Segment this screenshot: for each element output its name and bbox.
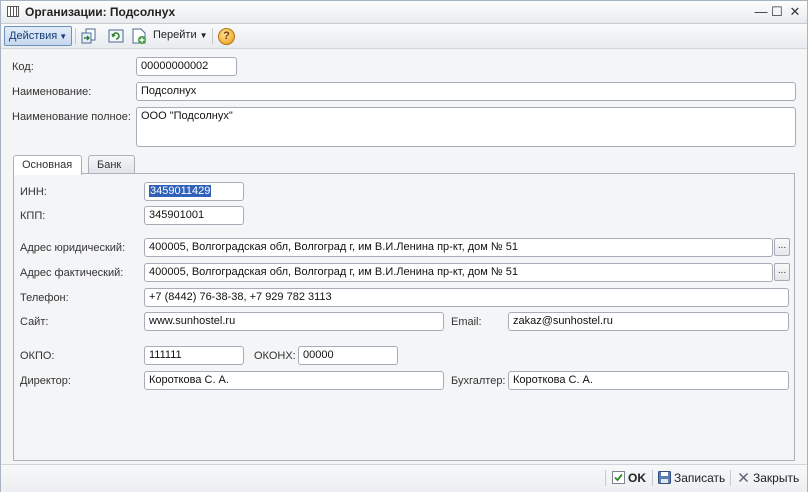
inn-field[interactable]: 3459011429	[144, 182, 244, 201]
email-label: Email:	[451, 316, 482, 328]
ok-label: OK	[628, 471, 646, 485]
command-divider	[730, 470, 731, 486]
full-name-field[interactable]: ООО "Подсолнух"	[136, 107, 796, 147]
table-icon	[7, 6, 19, 17]
dropdown-arrow-icon: ▼	[59, 32, 68, 41]
site-field[interactable]: www.sunhostel.ru	[144, 312, 444, 331]
tab-bank[interactable]: Банк	[88, 155, 135, 174]
save-button[interactable]: Записать	[658, 471, 725, 485]
okpo-label: ОКПО:	[20, 350, 55, 362]
command-divider	[652, 470, 653, 486]
tab-main[interactable]: Основная	[13, 155, 82, 175]
window-title: Организации: Подсолнух	[25, 5, 176, 19]
phone-field[interactable]: +7 (8442) 76-38-38, +7 929 782 3113	[144, 288, 789, 307]
help-icon[interactable]: ?	[218, 28, 235, 45]
inn-label: ИНН:	[20, 186, 47, 198]
minimize-button[interactable]: —	[753, 4, 769, 20]
actions-menu-button[interactable]: Действия ▼	[4, 26, 73, 46]
legal-address-label: Адрес юридический:	[20, 242, 126, 254]
toolbar-divider	[75, 28, 76, 44]
code-label: Код:	[12, 61, 34, 73]
command-divider	[605, 470, 606, 486]
kpp-label: КПП:	[20, 210, 46, 222]
add-document-icon[interactable]	[130, 27, 148, 45]
actual-address-select-button[interactable]: ...	[774, 263, 790, 281]
maximize-button[interactable]: ☐	[769, 4, 785, 20]
close-x-icon	[738, 472, 749, 483]
okonh-label: ОКОНХ:	[254, 350, 296, 362]
name-label: Наименование:	[12, 86, 92, 98]
okpo-field[interactable]: 111111	[144, 346, 244, 365]
phone-label: Телефон:	[20, 292, 69, 304]
checkmark-icon	[612, 471, 625, 484]
save-disk-icon	[658, 471, 671, 484]
refresh-icon[interactable]	[107, 27, 125, 45]
legal-address-field[interactable]: 400005, Волгоградская обл, Волгоград г, …	[144, 238, 773, 257]
legal-address-select-button[interactable]: ...	[774, 238, 790, 256]
goto-menu-button[interactable]: Перейти ▼	[153, 29, 208, 41]
organization-window: Организации: Подсолнух — ☐ ✕ Действия ▼ П…	[0, 0, 808, 492]
director-field[interactable]: Короткова С. А.	[144, 371, 444, 390]
close-window-button[interactable]: ✕	[787, 4, 803, 20]
actual-address-field[interactable]: 400005, Волгоградская обл, Волгоград г, …	[144, 263, 773, 282]
copy-record-icon[interactable]	[80, 27, 98, 45]
actions-label: Действия	[9, 30, 58, 42]
name-field[interactable]: Подсолнух	[136, 82, 796, 101]
director-label: Директор:	[20, 375, 71, 387]
full-name-label: Наименование полное:	[12, 111, 131, 123]
ok-button[interactable]: OK	[612, 471, 646, 485]
code-field[interactable]: 00000000002	[136, 57, 237, 76]
actual-address-label: Адрес фактический:	[20, 267, 124, 279]
goto-label: Перейти	[153, 29, 197, 41]
save-label: Записать	[674, 471, 726, 485]
title-bar: Организации: Подсолнух — ☐ ✕	[1, 1, 807, 24]
okonh-field[interactable]: 00000	[298, 346, 398, 365]
accountant-field[interactable]: Короткова С. А.	[508, 371, 789, 390]
toolbar-divider	[212, 28, 213, 44]
kpp-field[interactable]: 345901001	[144, 206, 244, 225]
site-label: Сайт:	[20, 316, 49, 328]
close-label: Закрыть	[753, 471, 800, 485]
command-bar: OK Записать Закрыть	[1, 464, 807, 492]
inn-value: 3459011429	[149, 185, 212, 197]
close-button[interactable]: Закрыть	[737, 471, 799, 485]
email-field[interactable]: zakaz@sunhostel.ru	[508, 312, 789, 331]
accountant-label: Бухгалтер:	[451, 375, 506, 387]
toolbar: Действия ▼ Перейти ▼ ?	[1, 24, 807, 49]
dropdown-arrow-icon: ▼	[199, 31, 208, 40]
